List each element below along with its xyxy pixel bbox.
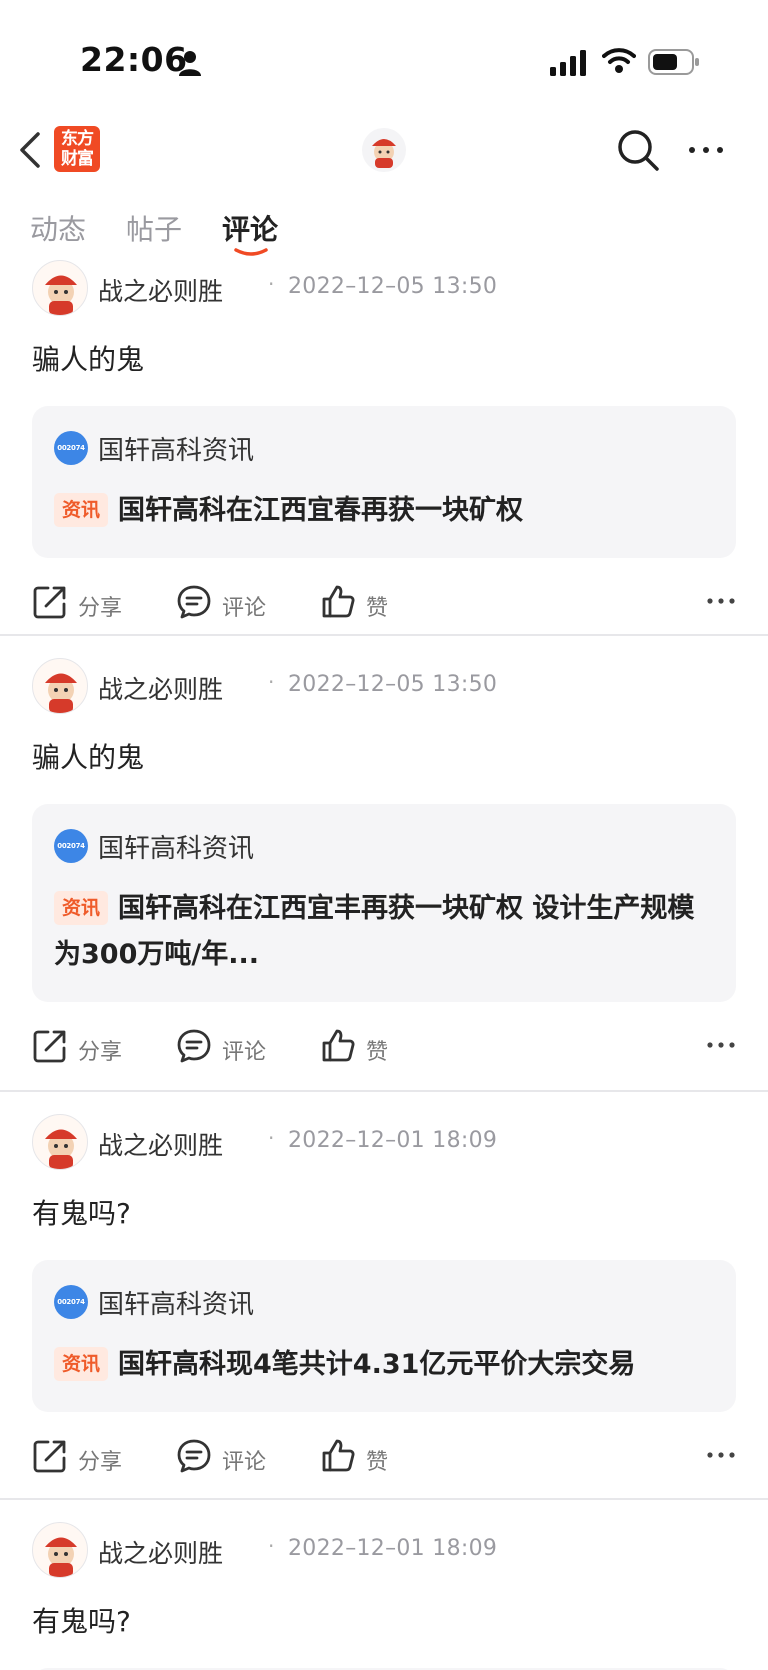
author-name[interactable]: 战之必则胜 <box>98 1534 223 1570</box>
news-tag: 资讯 <box>54 493 109 527</box>
user-avatar[interactable] <box>32 260 88 316</box>
mascot-icon <box>45 1129 77 1169</box>
share-label: 分享 <box>78 596 123 621</box>
person-icon <box>179 51 201 76</box>
comment-label: 评论 <box>222 1040 267 1065</box>
profile-avatar[interactable] <box>362 128 406 172</box>
separator-dot: · <box>268 1126 275 1150</box>
comment-text: 有鬼吗? <box>32 1197 131 1230</box>
comment-label: 评论 <box>222 1450 267 1475</box>
stock-code-badge: 002074 <box>54 1285 88 1319</box>
user-avatar[interactable] <box>32 1114 88 1170</box>
share-label: 分享 <box>78 1450 123 1475</box>
back-arrow-icon[interactable] <box>16 130 44 170</box>
post-header: 战之必则胜 · 2022–12–01 18:09 <box>32 1520 736 1580</box>
post-header: 战之必则胜 · 2022–12–05 13:50 <box>32 258 736 318</box>
author-name[interactable]: 战之必则胜 <box>98 272 223 308</box>
source-name[interactable]: 国轩高科资讯 <box>98 828 254 865</box>
tab-dynamics[interactable]: 动态 <box>30 208 86 248</box>
thumbs-up-icon <box>322 1029 355 1062</box>
like-label: 赞 <box>366 596 389 621</box>
post-action-row: 分享 评论 赞 <box>32 558 736 648</box>
thumbs-up-icon <box>322 1439 355 1472</box>
status-bar: 22:06 <box>0 0 768 110</box>
mascot-icon <box>45 1537 77 1577</box>
search-icon[interactable] <box>616 128 660 172</box>
post-timestamp: 2022–12–01 18:09 <box>288 1128 498 1153</box>
comment-icon <box>177 1029 211 1063</box>
separator-dot: · <box>268 272 275 296</box>
post-timestamp: 2022–12–01 18:09 <box>288 1536 498 1561</box>
mascot-icon <box>45 673 77 713</box>
share-icon <box>33 586 66 619</box>
news-tag: 资讯 <box>54 1347 109 1381</box>
post-action-row: 分享 评论 赞 <box>32 1002 736 1092</box>
quote-body: 资讯 国轩高科在江西宜春再获一块矿权 <box>54 488 712 534</box>
post-timestamp: 2022–12–05 13:50 <box>288 274 498 299</box>
quote-source: 002074 国轩高科资讯 <box>54 826 712 866</box>
post-header: 战之必则胜 · 2022–12–01 18:09 <box>32 1112 736 1172</box>
comment-text: 骗人的鬼 <box>32 343 145 376</box>
logo-text-line1: 东方 <box>61 129 94 149</box>
comment-label: 评论 <box>222 596 267 621</box>
active-tab-indicator <box>234 248 268 256</box>
news-title: 国轩高科在江西宜春再获一块矿权 <box>118 495 524 526</box>
comment-text: 有鬼吗? <box>32 1605 131 1638</box>
post-timestamp: 2022–12–05 13:50 <box>288 672 498 697</box>
comment-post: 战之必则胜 · 2022–12–05 13:50 骗人的鬼 002074 国轩高… <box>0 258 768 636</box>
user-avatar[interactable] <box>32 1522 88 1578</box>
author-name[interactable]: 战之必则胜 <box>98 1126 223 1162</box>
share-label: 分享 <box>78 1040 123 1065</box>
separator-dot: · <box>268 1534 275 1558</box>
comment-post: 战之必则胜 · 2022–12–05 13:50 骗人的鬼 002074 国轩高… <box>0 636 768 1092</box>
app-logo[interactable]: 东方 财富 <box>54 126 100 172</box>
comment-text: 骗人的鬼 <box>32 741 145 774</box>
news-tag: 资讯 <box>54 891 109 925</box>
news-title: 国轩高科在江西宜丰再获一块矿权 设计生产规模为300万吨/年... <box>54 893 695 970</box>
author-name[interactable]: 战之必则胜 <box>98 670 223 706</box>
comment-post: 战之必则胜 · 2022–12–01 18:09 有鬼吗? <box>0 1500 768 1670</box>
logo-text-line2: 财富 <box>61 149 94 169</box>
user-avatar[interactable] <box>32 658 88 714</box>
tab-bar: 动态 帖子 评论 <box>0 200 768 260</box>
share-icon <box>33 1440 66 1473</box>
quote-source: 002074 国轩高科资讯 <box>54 1282 712 1322</box>
separator-dot: · <box>268 670 275 694</box>
comment-icon <box>177 1439 211 1473</box>
battery-icon <box>648 49 699 75</box>
top-navigation-bar: 东方 财富 <box>0 112 768 188</box>
comment-post: 战之必则胜 · 2022–12–01 18:09 有鬼吗? 002074 国轩高… <box>0 1092 768 1500</box>
share-icon <box>33 1030 66 1063</box>
tab-posts[interactable]: 帖子 <box>126 208 182 248</box>
status-time: 22:06 <box>80 40 188 79</box>
quoted-news-card[interactable]: 002074 国轩高科资讯 资讯 国轩高科现4笔共计4.31亿元平价大宗交易 <box>32 1260 736 1412</box>
stock-code-badge: 002074 <box>54 829 88 863</box>
tab-comments[interactable]: 评论 <box>222 208 278 248</box>
quote-source: 002074 国轩高科资讯 <box>54 428 712 468</box>
thumbs-up-icon <box>322 585 355 618</box>
source-name[interactable]: 国轩高科资讯 <box>98 1284 254 1321</box>
like-label: 赞 <box>366 1450 389 1475</box>
source-name[interactable]: 国轩高科资讯 <box>98 430 254 467</box>
post-more-icon[interactable] <box>706 1448 736 1462</box>
quote-body: 资讯 国轩高科现4笔共计4.31亿元平价大宗交易 <box>54 1342 712 1388</box>
mascot-icon <box>372 139 396 168</box>
comment-feed: 战之必则胜 · 2022–12–05 13:50 骗人的鬼 002074 国轩高… <box>0 258 768 1670</box>
comment-icon <box>177 585 211 619</box>
wifi-icon <box>602 48 636 73</box>
post-more-icon[interactable] <box>706 1038 736 1052</box>
like-label: 赞 <box>366 1040 389 1065</box>
mascot-icon <box>45 275 77 315</box>
stock-code-badge: 002074 <box>54 431 88 465</box>
post-header: 战之必则胜 · 2022–12–05 13:50 <box>32 656 736 716</box>
quoted-news-card[interactable]: 002074 国轩高科资讯 资讯 国轩高科在江西宜春再获一块矿权 <box>32 406 736 558</box>
post-more-icon[interactable] <box>706 594 736 608</box>
more-options-icon[interactable] <box>686 140 726 160</box>
post-action-row: 分享 评论 赞 <box>32 1412 736 1502</box>
cellular-signal-icon <box>550 50 586 76</box>
quote-body: 资讯 国轩高科在江西宜丰再获一块矿权 设计生产规模为300万吨/年... <box>54 886 712 978</box>
news-title: 国轩高科现4笔共计4.31亿元平价大宗交易 <box>118 1349 636 1380</box>
quoted-news-card[interactable]: 002074 国轩高科资讯 资讯 国轩高科在江西宜丰再获一块矿权 设计生产规模为3… <box>32 804 736 1002</box>
